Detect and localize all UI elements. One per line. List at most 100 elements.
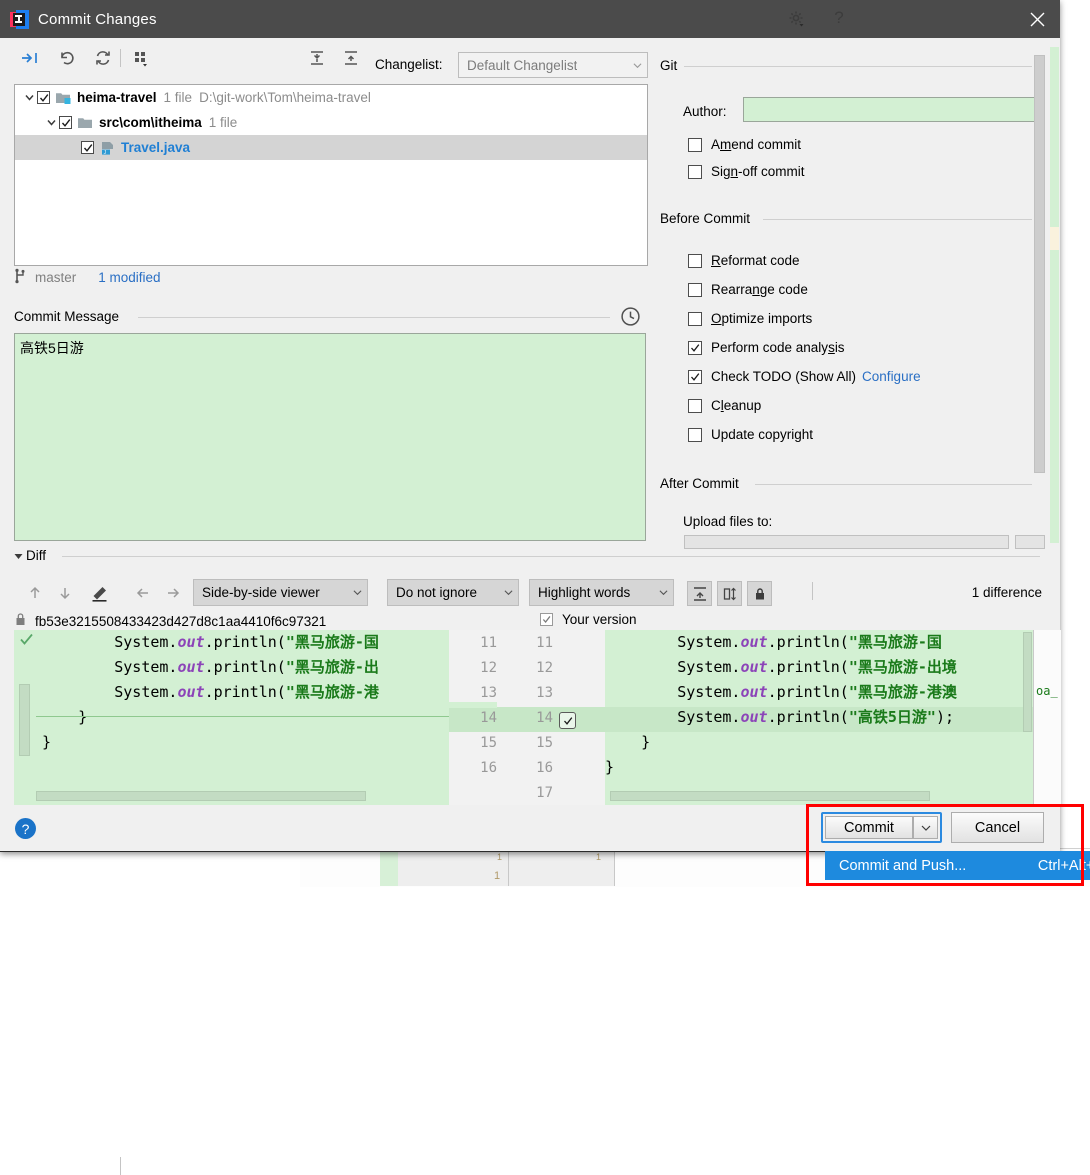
edge-highlight-marker xyxy=(1050,227,1059,250)
commit-changes-dialog: Commit Changes Changelist: Default Chang… xyxy=(0,0,1090,1175)
difference-count: 1 difference xyxy=(971,585,1042,600)
clock-icon[interactable] xyxy=(620,306,642,328)
refresh-icon[interactable] xyxy=(90,45,116,70)
checkbox-label: Check TODO (Show All) xyxy=(711,369,857,384)
check-todo-checkbox[interactable]: Check TODO (Show All) Configure xyxy=(688,365,921,388)
left-pane-hscrollbar-thumb[interactable] xyxy=(36,791,366,801)
diff-left-pane[interactable]: System.out.println("黑马旅游-国 System.out.pr… xyxy=(14,630,449,805)
changelist-select[interactable]: Default Changelist xyxy=(458,52,648,78)
prev-difference-icon[interactable] xyxy=(22,580,48,606)
line-number-left: 12 xyxy=(480,660,497,676)
line-number-right: 11 xyxy=(536,635,553,651)
right-pane-scrollbar-thumb[interactable] xyxy=(1023,632,1032,732)
folder-icon xyxy=(77,115,94,131)
upload-files-select[interactable] xyxy=(684,535,1009,549)
your-version-checkbox[interactable] xyxy=(540,613,553,626)
code-line: System.out.println("黑马旅游-港澳 xyxy=(605,683,957,701)
commit-button[interactable]: Commit xyxy=(825,816,913,839)
changelist-label: Changelist: xyxy=(375,57,443,72)
revert-icon[interactable] xyxy=(54,45,80,70)
tree-node-name: heima-travel xyxy=(77,90,157,105)
commit-and-push-menu-item[interactable]: Commit and Push... Ctrl+Alt+K xyxy=(825,851,1090,880)
diff-overview-stripe: oa_ xyxy=(1033,630,1061,805)
close-icon[interactable] xyxy=(1014,0,1060,38)
configure-todo-link[interactable]: Configure xyxy=(862,369,921,384)
menu-item-label: Commit and Push... xyxy=(839,857,967,874)
commit-dropdown-button[interactable] xyxy=(913,816,938,839)
checkbox-box xyxy=(688,282,702,297)
right-panel-scrollbar-thumb[interactable] xyxy=(1034,55,1045,473)
code-line: } xyxy=(42,708,88,726)
left-pane-scrollbar-thumb[interactable] xyxy=(19,684,30,756)
next-difference-icon[interactable] xyxy=(52,580,78,606)
table-row[interactable]: J Travel.java xyxy=(15,135,647,160)
checkbox-label: Amend commit xyxy=(711,137,802,152)
chevron-down-icon[interactable] xyxy=(21,90,37,106)
checkbox-box xyxy=(688,311,702,326)
apply-right-icon[interactable] xyxy=(160,580,186,606)
highlight-mode-select[interactable]: Highlight words xyxy=(529,579,674,606)
code-line: System.out.println("黑马旅游-国 xyxy=(42,633,379,651)
update-copyright-checkbox[interactable]: Update copyright xyxy=(688,423,813,446)
checkbox-label: Update copyright xyxy=(711,427,814,442)
upload-files-browse-button[interactable] xyxy=(1015,535,1045,549)
group-by-icon[interactable] xyxy=(128,45,154,70)
expand-all-icon[interactable] xyxy=(304,45,330,70)
background-line-number-a: 1 xyxy=(497,852,503,862)
collapse-all-icon[interactable] xyxy=(338,45,364,70)
commit-message-input[interactable]: 高铁5日游 xyxy=(14,333,646,541)
show-diff-icon[interactable] xyxy=(16,45,42,70)
highlight-mode-value: Highlight words xyxy=(538,585,631,600)
modified-count-link[interactable]: 1 modified xyxy=(98,270,160,285)
ignore-mode-value: Do not ignore xyxy=(396,585,478,600)
help-icon[interactable]: ? xyxy=(826,5,852,31)
line-number-left: 15 xyxy=(480,735,497,751)
lock-icon[interactable] xyxy=(747,581,772,606)
chevron-down-icon xyxy=(633,62,642,68)
right-pane-hscrollbar-thumb[interactable] xyxy=(610,791,930,801)
checkbox-box xyxy=(688,164,702,179)
rearrange-code-checkbox[interactable]: Rearrange code xyxy=(688,278,808,301)
changed-files-tree[interactable]: heima-travel 1 file D:\git-work\Tom\heim… xyxy=(14,84,648,266)
diff-change-separator xyxy=(36,716,449,717)
right-diff-title: Your version xyxy=(540,612,637,627)
signoff-commit-checkbox[interactable]: Sign-off commit xyxy=(688,160,805,183)
upload-files-label: Upload files to: xyxy=(683,514,773,529)
tree-node-filecount: 1 file xyxy=(163,90,193,105)
cleanup-checkbox[interactable]: Cleanup xyxy=(688,394,761,417)
file-checkbox[interactable] xyxy=(37,91,50,104)
left-diff-title: fb53e3215508433423d427d8c1aa4410f6c97321 xyxy=(14,612,326,630)
chevron-down-icon[interactable] xyxy=(43,115,59,131)
change-accepted-icon xyxy=(19,632,34,650)
before-commit-section-title: Before Commit xyxy=(660,211,758,226)
table-row[interactable]: src\com\itheima 1 file xyxy=(15,110,647,135)
diff-right-pane[interactable]: System.out.println("黑马旅游-国 System.out.pr… xyxy=(605,630,1033,805)
file-checkbox[interactable] xyxy=(81,141,94,154)
reformat-code-checkbox[interactable]: Reformat code xyxy=(688,249,800,272)
ignore-mode-select[interactable]: Do not ignore xyxy=(387,579,519,606)
apply-left-icon[interactable] xyxy=(130,580,156,606)
edit-source-icon[interactable] xyxy=(86,580,112,606)
compare-side-icon[interactable] xyxy=(717,581,742,606)
chevron-down-icon xyxy=(659,590,668,596)
amend-commit-checkbox[interactable]: Amend commit xyxy=(688,133,801,156)
dialog-title: Commit Changes xyxy=(38,10,157,28)
table-row[interactable]: heima-travel 1 file D:\git-work\Tom\heim… xyxy=(15,85,647,110)
file-checkbox[interactable] xyxy=(59,116,72,129)
line-number-left: 11 xyxy=(480,635,497,651)
optimize-imports-checkbox[interactable]: Optimize imports xyxy=(688,307,812,330)
checkbox-box xyxy=(688,340,702,355)
collapse-unchanged-icon[interactable] xyxy=(687,581,712,606)
author-input[interactable] xyxy=(743,97,1041,122)
settings-icon[interactable] xyxy=(783,5,809,31)
perform-code-analysis-checkbox[interactable]: Perform code analysis xyxy=(688,336,845,359)
edge-highlight-panel xyxy=(1050,47,1059,543)
code-line: } xyxy=(605,758,615,776)
code-line-added: System.out.println("高铁5日游"); xyxy=(605,708,954,726)
accept-change-checkbox[interactable] xyxy=(559,712,576,729)
help-button[interactable]: ? xyxy=(15,818,36,839)
viewer-mode-select[interactable]: Side-by-side viewer xyxy=(193,579,368,606)
diff-collapse-icon[interactable] xyxy=(14,549,23,559)
cancel-button[interactable]: Cancel xyxy=(951,812,1044,843)
